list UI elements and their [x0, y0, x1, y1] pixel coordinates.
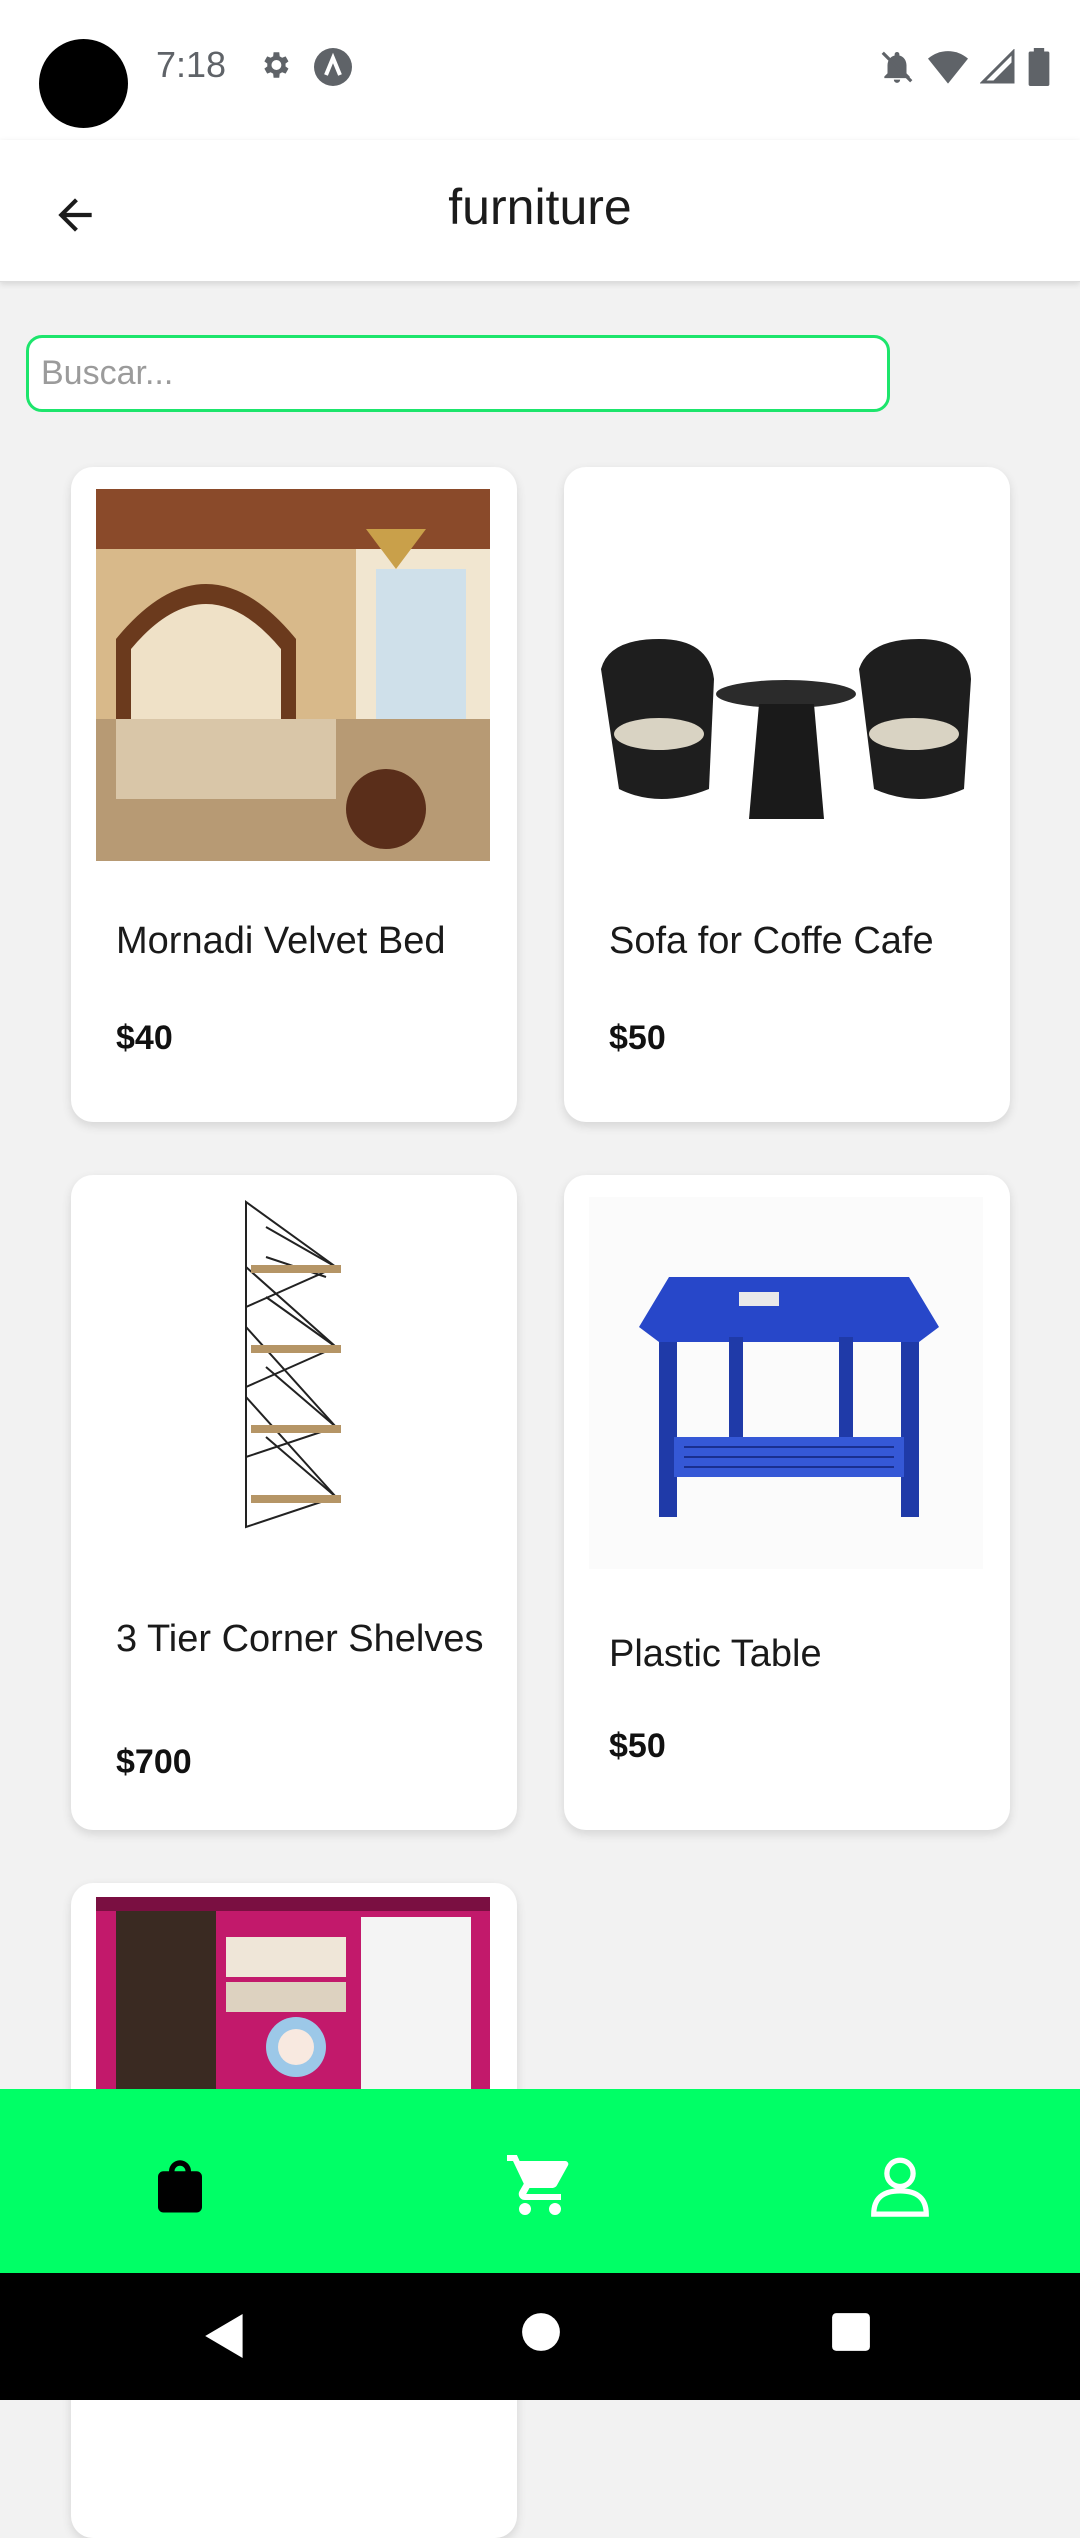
home-circle-icon[interactable] [520, 2311, 562, 2353]
product-name: Mornadi Velvet Bed [116, 920, 446, 962]
product-price: $50 [609, 1019, 666, 1057]
wifi-icon [928, 51, 968, 84]
nav-cart-button[interactable] [500, 2145, 580, 2225]
product-image-table [589, 1197, 983, 1569]
a-icon [313, 47, 353, 92]
settings-icon [258, 48, 292, 87]
nav-profile-button[interactable] [860, 2145, 940, 2225]
back-triangle-icon[interactable] [203, 2311, 247, 2361]
nav-shop-button[interactable] [140, 2145, 220, 2225]
product-card[interactable]: Mornadi Velvet Bed $40 [71, 467, 517, 1122]
recents-square-icon[interactable] [830, 2311, 872, 2353]
product-price: $700 [116, 1743, 192, 1781]
status-bar: 7:18 [0, 0, 1080, 140]
battery-icon [1028, 48, 1050, 86]
notifications-off-icon [881, 51, 913, 83]
bottom-navigation [0, 2089, 1080, 2273]
product-image-bed [96, 489, 490, 861]
product-card[interactable]: 3 Tier Corner Shelves $700 [71, 1175, 517, 1830]
profile-icon [871, 2157, 929, 2217]
product-price: $40 [116, 1019, 173, 1057]
product-price: $50 [609, 1727, 666, 1765]
app-bar: furniture [0, 140, 1080, 282]
system-navigation-bar [0, 2273, 1080, 2400]
page-title: furniture [448, 179, 632, 235]
shopping-bag-icon [158, 2160, 202, 2213]
product-image-sofa [589, 489, 983, 861]
product-name: Sofa for Coffe Cafe [609, 920, 934, 962]
cart-icon [507, 2155, 569, 2215]
product-image-shelves [96, 1197, 490, 1569]
camera-cutout [39, 39, 128, 128]
signal-icon [980, 49, 1015, 84]
product-name: Plastic Table [609, 1633, 822, 1675]
status-icons [878, 48, 1050, 86]
search-input[interactable] [29, 338, 887, 409]
product-card[interactable]: Sofa for Coffe Cafe $50 [564, 467, 1010, 1122]
product-card[interactable]: Plastic Table $50 [564, 1175, 1010, 1830]
product-name: 3 Tier Corner Shelves [116, 1618, 484, 1660]
status-time: 7:18 [156, 44, 227, 85]
search-box [26, 335, 890, 412]
